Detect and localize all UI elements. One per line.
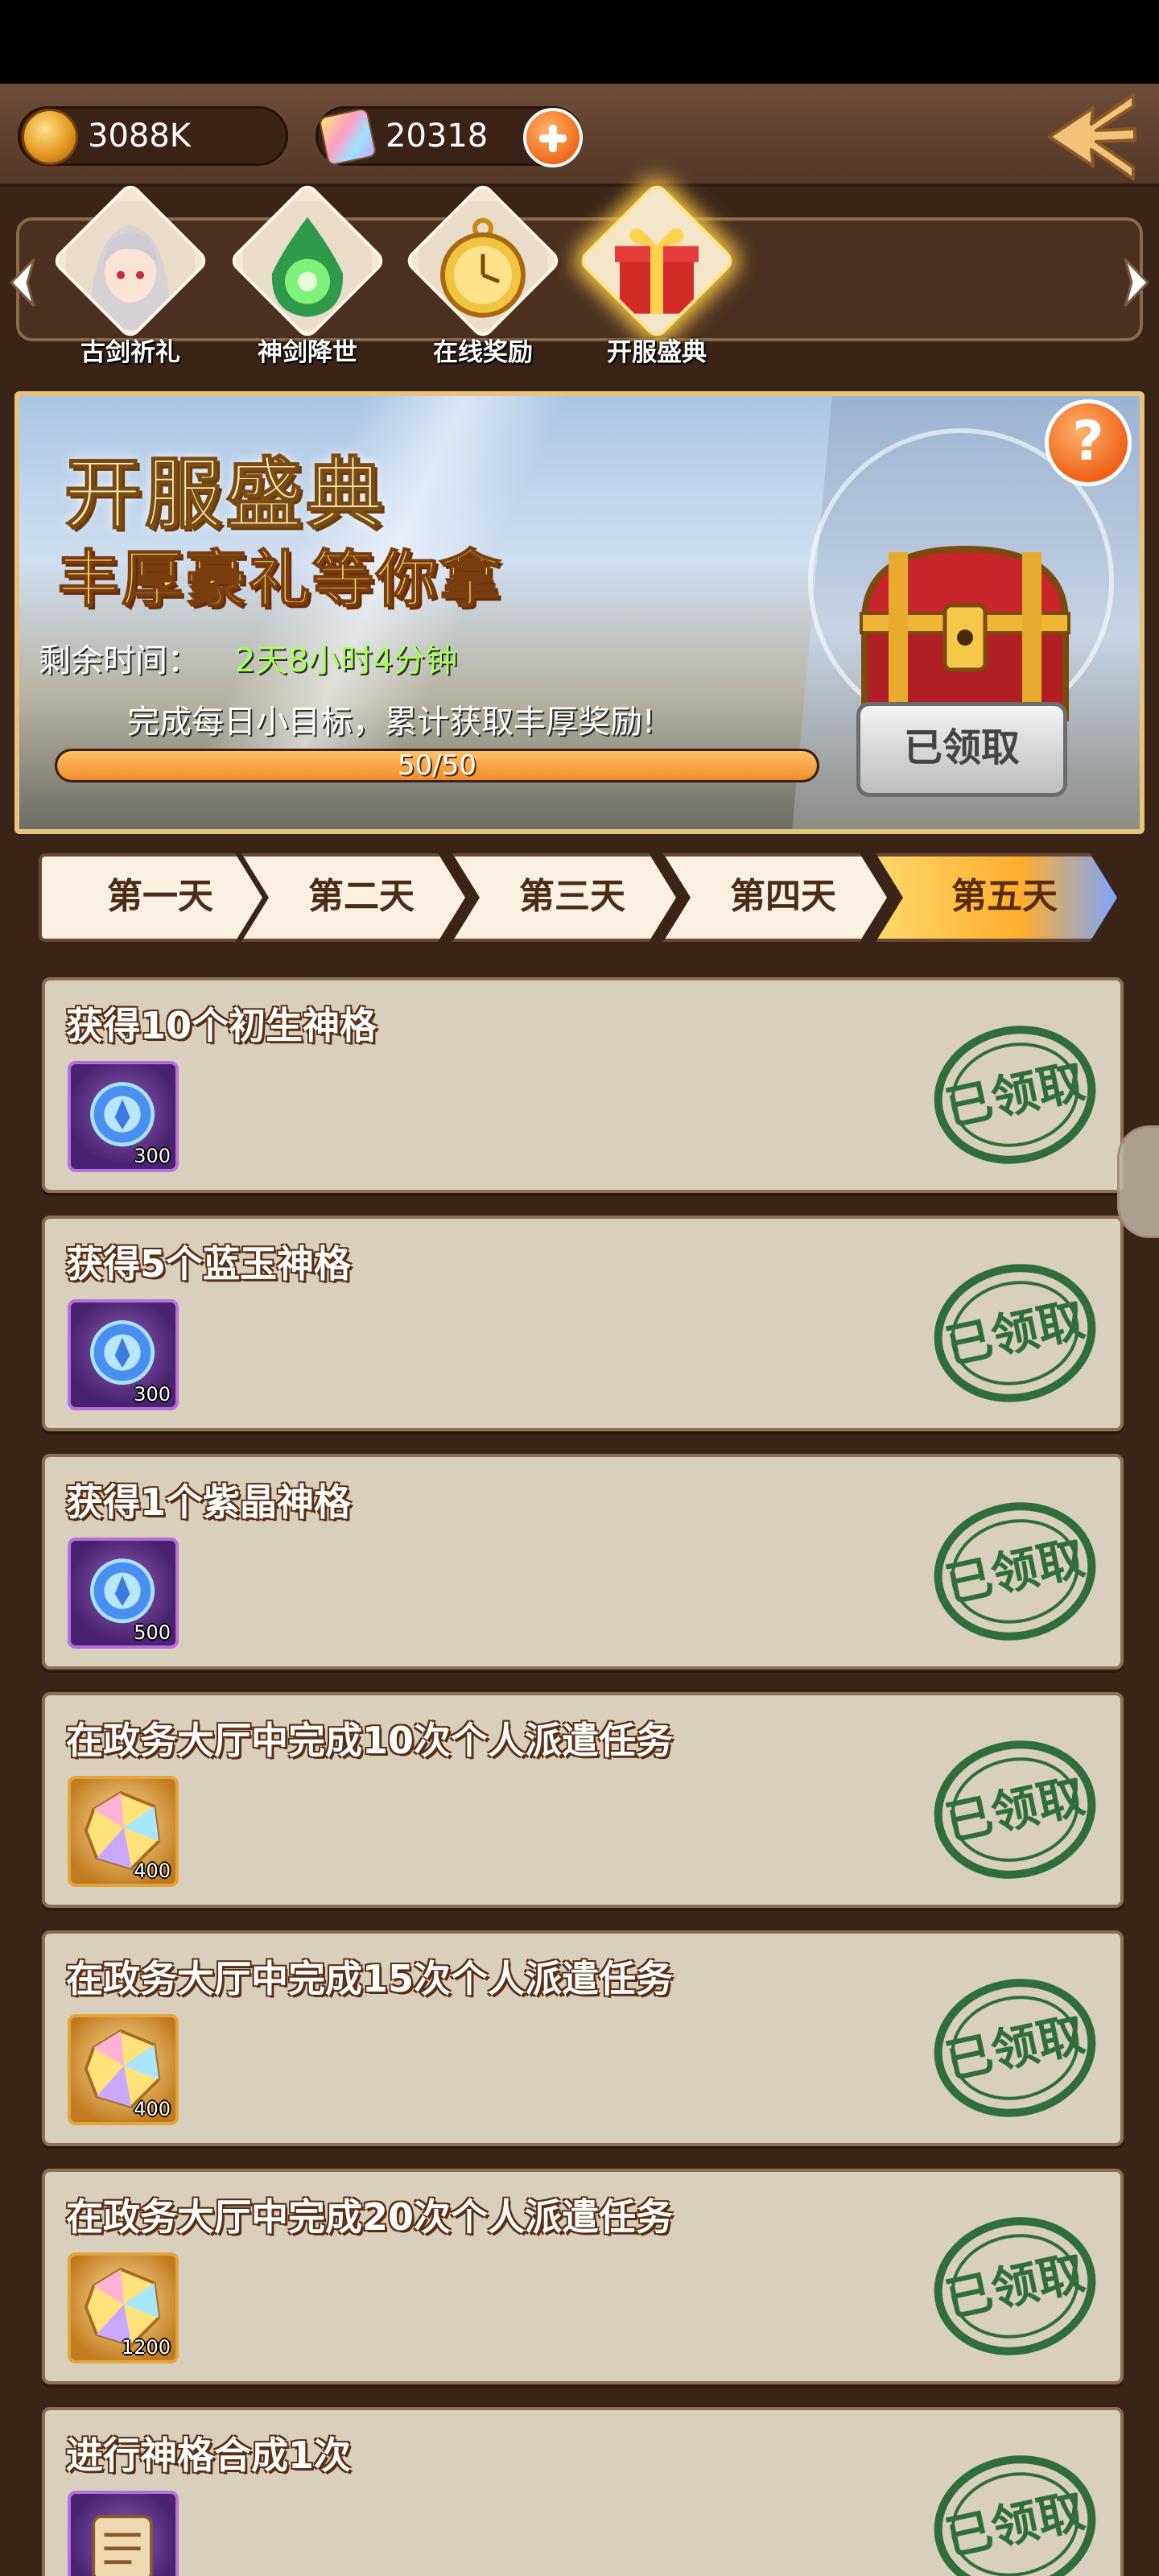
- gold-counter: 3088K: [18, 106, 288, 166]
- reward-item[interactable]: 1200: [68, 2252, 179, 2363]
- task-card: 在政务大厅中完成10次个人派遣任务 400 已领取: [42, 1692, 1124, 1908]
- tab-day-2[interactable]: 第二天: [241, 853, 465, 942]
- reward-item[interactable]: 300: [68, 1299, 179, 1410]
- banner-description: 完成每日小目标，累计获取丰厚奖励!: [127, 704, 656, 741]
- svg-text:已领取: 已领取: [941, 1530, 1089, 1613]
- claimed-stamp-text: 已领取: [941, 2007, 1089, 2090]
- svg-text:已领取: 已领取: [941, 2007, 1089, 2090]
- claimed-stamp: 已领取: [930, 1497, 1099, 1642]
- tab-label: 第三天: [519, 876, 625, 917]
- tab-label: 第一天: [107, 876, 213, 917]
- task-title: 获得1个紫晶神格: [66, 1480, 352, 1524]
- reward-item[interactable]: 300: [68, 1061, 179, 1172]
- claimed-stamp-text: 已领取: [941, 1769, 1089, 1852]
- nav-item-gujian-qili[interactable]: 古剑祈礼: [50, 181, 211, 367]
- task-title: 获得10个初生神格: [66, 1004, 377, 1047]
- progress-bar: 50/50: [55, 749, 819, 782]
- claimed-stamp-text: 已领取: [941, 1054, 1089, 1137]
- gold-value: 3088K: [88, 118, 192, 155]
- svg-text:已领取: 已领取: [941, 2483, 1089, 2566]
- banner-title: 开服盛典: [64, 448, 386, 540]
- nav-item-server-opening[interactable]: 开服盛典: [576, 181, 737, 367]
- nav-item-label: 神剑降世: [258, 338, 357, 367]
- pocket-watch-icon: [419, 200, 547, 330]
- claimed-stamp: 已领取: [930, 1259, 1099, 1404]
- gift-box-icon: [592, 200, 721, 330]
- banner-subtitle: 丰厚豪礼等你拿: [57, 543, 503, 616]
- reward-item[interactable]: 400: [68, 1776, 179, 1887]
- task-title: 在政务大厅中完成20次个人派遣任务: [66, 2195, 674, 2239]
- claimed-stamp: 已领取: [930, 1974, 1099, 2119]
- svg-text:已领取: 已领取: [941, 1054, 1089, 1137]
- reward-quantity: 500: [134, 1621, 171, 1644]
- claimed-stamp-text: 已领取: [941, 1530, 1089, 1613]
- reward-item[interactable]: 400: [68, 2014, 179, 2125]
- green-flame-icon: [243, 200, 372, 330]
- back-arrow-icon[interactable]: [1043, 89, 1141, 185]
- nav-pic-frame: [403, 181, 563, 341]
- tab-day-1[interactable]: 第一天: [39, 853, 262, 942]
- day-tabs: 第一天 第二天 第三天 第四天 第五天: [39, 853, 1125, 943]
- gem-icon: [318, 107, 377, 167]
- task-title: 在政务大厅中完成10次个人派遣任务: [66, 1719, 674, 1762]
- time-remaining-value: 2天8小时4分钟: [235, 642, 458, 679]
- gold-coin-icon: [22, 109, 78, 165]
- task-card: 获得10个初生神格 300 已领取: [42, 977, 1124, 1193]
- task-card: 进行神格合成1次已领取: [42, 2407, 1124, 2576]
- task-card: 在政务大厅中完成15次个人派遣任务 400 已领取: [42, 1930, 1124, 2146]
- nav-item-label: 在线奖励: [433, 338, 533, 367]
- task-title: 获得5个蓝玉神格: [66, 1242, 352, 1286]
- task-card: 在政务大厅中完成20次个人派遣任务 1200 已领取: [42, 2169, 1124, 2384]
- reward-item[interactable]: 500: [68, 1538, 179, 1649]
- tab-day-3[interactable]: 第三天: [452, 853, 676, 942]
- claimed-stamp-text: 已领取: [941, 1292, 1089, 1375]
- task-card: 获得5个蓝玉神格 300 已领取: [42, 1216, 1124, 1431]
- tab-label: 第五天: [951, 876, 1058, 917]
- side-collapse-tab[interactable]: [1117, 1125, 1159, 1238]
- status-bar: [0, 0, 1159, 84]
- tab-day-4[interactable]: 第四天: [663, 853, 887, 942]
- claimed-stamp: 已领取: [930, 2450, 1099, 2576]
- nav-pic-frame: [51, 181, 210, 341]
- nav-item-label: 古剑祈礼: [80, 338, 180, 367]
- event-nav: 古剑祈礼 神剑降世 在线奖励 开服盛典: [0, 181, 1159, 383]
- event-banner: 开服盛典 丰厚豪礼等你拿 剩余时间： 2天8小时4分钟 完成每日小目标，累计获取…: [14, 391, 1145, 834]
- claimed-stamp: 已领取: [930, 1736, 1099, 1880]
- tab-label: 第四天: [730, 876, 836, 917]
- task-title: 在政务大厅中完成15次个人派遣任务: [66, 1957, 674, 2000]
- reward-quantity: 400: [134, 1860, 171, 1882]
- add-gem-button[interactable]: [523, 108, 583, 167]
- reward-quantity: 1200: [121, 2336, 171, 2359]
- gem-value: 20318: [386, 118, 489, 155]
- nav-right-arrow-icon[interactable]: [1119, 254, 1154, 311]
- nav-pic-frame: [577, 181, 736, 341]
- time-remaining-label: 剩余时间：: [39, 642, 200, 679]
- claimed-chest-button[interactable]: 已领取: [856, 702, 1067, 797]
- claimed-stamp-text: 已领取: [941, 2483, 1089, 2566]
- reward-item[interactable]: [68, 2491, 179, 2576]
- claimed-stamp: 已领取: [930, 2212, 1099, 2357]
- tab-label: 第二天: [308, 876, 415, 917]
- nav-item-online-reward[interactable]: 在线奖励: [402, 181, 563, 367]
- help-button[interactable]: ?: [1045, 399, 1132, 486]
- reward-quantity: 300: [134, 1383, 171, 1406]
- svg-text:已领取: 已领取: [941, 1292, 1089, 1375]
- claimed-stamp: 已领取: [930, 1021, 1099, 1166]
- nav-left-arrow-icon[interactable]: [5, 254, 40, 311]
- nav-pic-frame: [228, 181, 387, 341]
- task-card: 获得1个紫晶神格 500 已领取: [42, 1454, 1124, 1670]
- task-title: 进行神格合成1次: [66, 2434, 352, 2477]
- scroll-icon: [92, 2515, 153, 2576]
- nav-item-label: 开服盛典: [607, 338, 707, 367]
- claimed-stamp-text: 已领取: [941, 2245, 1089, 2328]
- tab-day-5[interactable]: 第五天: [876, 853, 1117, 942]
- nav-item-shenjian-jiangshi[interactable]: 神剑降世: [227, 181, 388, 367]
- character-portrait-icon: [66, 200, 195, 330]
- progress-text: 50/50: [398, 749, 476, 782]
- reward-quantity: 300: [134, 1145, 171, 1167]
- svg-text:已领取: 已领取: [941, 2245, 1089, 2328]
- reward-quantity: 400: [134, 2098, 171, 2120]
- svg-text:已领取: 已领取: [941, 1769, 1089, 1852]
